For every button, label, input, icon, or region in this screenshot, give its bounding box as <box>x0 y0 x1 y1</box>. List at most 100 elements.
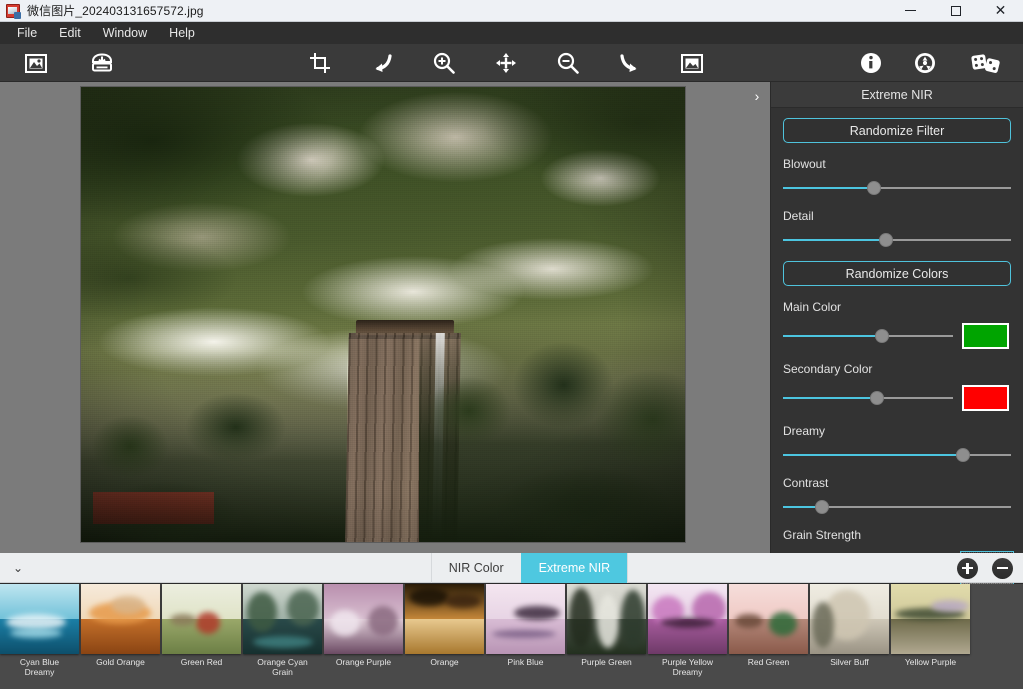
preset-label: Gold Orange <box>96 657 145 667</box>
randomize-filter-button[interactable]: Randomize Filter <box>783 118 1011 143</box>
info-icon <box>861 53 881 73</box>
control-detail: Detail <box>783 209 1011 248</box>
preset-label: Red Green <box>747 657 790 667</box>
preset-label: Orange <box>430 657 459 667</box>
randomize-colors-button[interactable]: Randomize Colors <box>783 261 1011 286</box>
image-workspace[interactable]: › <box>0 82 770 553</box>
preset-label: Pink Blue <box>507 657 544 667</box>
minimize-button[interactable] <box>888 0 933 22</box>
preset-item-selected[interactable]: Green Red <box>162 584 241 667</box>
preset-thumbnail <box>729 584 808 654</box>
menu-edit[interactable]: Edit <box>48 23 92 43</box>
window-title: 微信图片_202403131657572.jpg <box>27 4 204 18</box>
preset-thumbnail <box>324 584 403 654</box>
control-secondary-color: Secondary Color <box>783 362 1011 411</box>
add-preset-button[interactable] <box>957 557 978 579</box>
preset-thumbnail <box>81 584 160 654</box>
preset-thumbnail <box>162 584 241 654</box>
preset-filmstrip[interactable]: Cyan Blue Dreamy Gold Orange Green Red O… <box>0 584 1023 689</box>
contrast-label: Contrast <box>783 476 829 490</box>
preset-item[interactable]: Red Green <box>729 584 808 667</box>
zoom-in-icon <box>433 52 455 74</box>
tab-actions <box>957 553 1013 583</box>
tab-extreme-nir[interactable]: Extreme NIR <box>520 552 629 583</box>
main-color-slider[interactable] <box>783 328 953 344</box>
menu-file[interactable]: File <box>6 23 48 43</box>
pan-move-button[interactable] <box>486 49 526 77</box>
main-color-swatch[interactable] <box>962 323 1009 349</box>
zoom-in-button[interactable] <box>424 49 464 77</box>
preset-item[interactable]: Silver Buff <box>810 584 889 667</box>
dreamy-slider[interactable] <box>783 447 1011 463</box>
title-bar: 微信图片_202403131657572.jpg ✕ <box>0 0 1023 22</box>
edited-photo <box>81 87 685 542</box>
control-dreamy: Dreamy <box>783 424 1011 463</box>
open-image-button[interactable] <box>16 49 56 77</box>
menu-bar: File Edit Window Help <box>0 22 1023 44</box>
toolbar <box>0 44 1023 82</box>
chevron-down-icon[interactable]: ⌄ <box>0 553 36 583</box>
save-image-icon <box>92 53 112 72</box>
control-blowout: Blowout <box>783 157 1011 196</box>
dice-icon <box>971 54 1000 73</box>
blowout-slider[interactable] <box>783 180 1011 196</box>
fit-image-button[interactable] <box>672 49 712 77</box>
save-image-button[interactable] <box>82 49 122 77</box>
pan-move-icon <box>496 53 516 73</box>
open-image-icon <box>25 53 47 73</box>
preset-item[interactable]: Orange Purple <box>324 584 403 667</box>
preset-item[interactable]: Cyan Blue Dreamy <box>0 584 79 677</box>
preset-item[interactable]: Orange Cyan Grain <box>243 584 322 677</box>
redo-icon <box>620 54 637 72</box>
undo-button[interactable] <box>362 49 402 77</box>
image-canvas[interactable] <box>81 87 685 542</box>
redo-button[interactable] <box>610 49 650 77</box>
preset-label: Orange Cyan Grain <box>257 657 308 677</box>
close-button[interactable]: ✕ <box>978 0 1023 22</box>
preset-tabs: NIR Color Extreme NIR <box>430 552 629 583</box>
secondary-color-swatch[interactable] <box>962 385 1009 411</box>
preset-thumbnail <box>486 584 565 654</box>
maximize-button[interactable] <box>933 0 978 22</box>
preset-label: Yellow Purple <box>904 657 957 667</box>
tab-nir-color[interactable]: NIR Color <box>430 552 521 583</box>
undo-icon <box>375 54 392 72</box>
menu-window[interactable]: Window <box>92 23 158 43</box>
detail-slider[interactable] <box>783 232 1011 248</box>
control-main-color: Main Color <box>783 300 1011 349</box>
preset-thumbnail <box>648 584 727 654</box>
detail-label: Detail <box>783 209 814 223</box>
preset-item[interactable]: Purple Yellow Dreamy <box>648 584 727 677</box>
panel-body: Randomize Filter Blowout Detail Randomiz… <box>771 108 1023 601</box>
preset-thumbnail <box>810 584 889 654</box>
preset-item[interactable]: Yellow Purple <box>891 584 970 667</box>
secondary-color-label: Secondary Color <box>783 362 873 376</box>
preset-item[interactable]: Gold Orange <box>81 584 160 667</box>
image-file-icon <box>6 3 21 19</box>
filter-panel: Extreme NIR Randomize Filter Blowout Det… <box>770 82 1023 601</box>
panel-title: Extreme NIR <box>771 82 1023 108</box>
main-color-label: Main Color <box>783 300 842 314</box>
info-button[interactable] <box>851 49 891 77</box>
preset-label: Silver Buff <box>830 657 869 667</box>
window-controls: ✕ <box>888 0 1023 22</box>
crop-button[interactable] <box>300 49 340 77</box>
preset-label: Cyan Blue Dreamy <box>19 657 60 677</box>
preset-thumbnail <box>0 584 79 654</box>
remove-preset-button[interactable] <box>992 557 1013 579</box>
preset-thumbnail <box>891 584 970 654</box>
menu-help[interactable]: Help <box>158 23 206 43</box>
preset-item[interactable]: Pink Blue <box>486 584 565 667</box>
preset-label: Orange Purple <box>335 657 392 667</box>
settings-button[interactable] <box>905 49 945 77</box>
contrast-slider[interactable] <box>783 499 1011 515</box>
dice-button[interactable] <box>963 49 1009 77</box>
panel-collapse-button[interactable]: › <box>744 82 770 110</box>
preset-item[interactable]: Purple Green <box>567 584 646 667</box>
zoom-out-button[interactable] <box>548 49 588 77</box>
crop-icon <box>310 53 330 73</box>
preset-item[interactable]: Orange <box>405 584 484 667</box>
preset-thumbnail <box>405 584 484 654</box>
dreamy-label: Dreamy <box>783 424 826 438</box>
secondary-color-slider[interactable] <box>783 390 953 406</box>
